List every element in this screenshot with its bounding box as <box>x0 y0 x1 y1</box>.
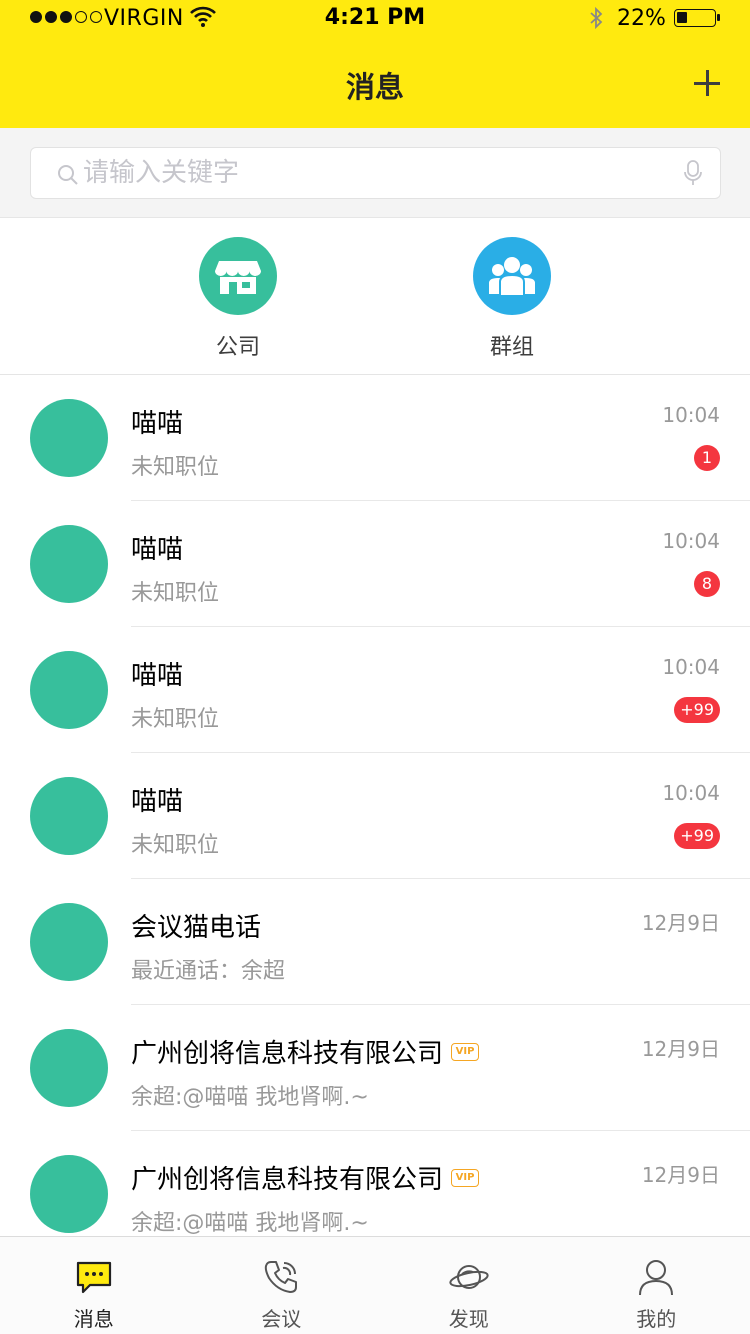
contact-subtitle: 最近通话：余超 <box>131 959 286 984</box>
contact-name: 喵喵 <box>131 409 184 439</box>
tab-label: 我的 <box>636 1307 677 1331</box>
contact-name: 喵喵 <box>131 787 184 817</box>
shortcut-label: 公司 <box>215 335 260 360</box>
tab-profile[interactable]: 我的 <box>563 1237 750 1334</box>
shortcut-label: 群组 <box>489 335 534 360</box>
list-item[interactable]: 会议猫电话 最近通话：余超 12月9日 <box>0 879 750 1005</box>
contact-subtitle: 余超:@喵喵 我地肾啊.~ <box>131 1211 369 1236</box>
contact-name: 广州创将信息科技有限公司 VIP <box>131 1033 480 1070</box>
bluetooth-icon <box>590 6 603 30</box>
list-item[interactable]: 喵喵 未知职位 10:04 8 <box>0 501 750 627</box>
unread-badge: +99 <box>674 697 720 723</box>
search-box[interactable] <box>30 147 721 199</box>
page-title: 消息 <box>345 70 404 104</box>
search-input[interactable] <box>83 156 643 190</box>
message-time: 10:04 <box>662 403 720 427</box>
vip-badge-icon: VIP <box>451 1042 480 1061</box>
microphone-icon[interactable] <box>683 160 703 186</box>
avatar <box>30 777 108 855</box>
battery-icon <box>674 9 720 27</box>
shortcut-company[interactable]: 公司 <box>178 237 298 361</box>
tab-label: 消息 <box>73 1307 114 1331</box>
avatar <box>30 399 108 477</box>
header: VIRGIN 4:21 PM 22% 消息 <box>0 0 750 128</box>
battery-percent: 22% <box>617 6 666 31</box>
contact-name: 喵喵 <box>131 535 184 565</box>
unread-badge: 1 <box>694 445 720 471</box>
contact-name: 会议猫电话 <box>131 913 262 943</box>
store-icon <box>199 237 277 315</box>
message-time: 12月9日 <box>641 1163 720 1187</box>
avatar <box>30 1029 108 1107</box>
search-icon <box>58 165 78 185</box>
unread-badge: 8 <box>694 571 720 597</box>
avatar <box>30 525 108 603</box>
message-time: 10:04 <box>662 655 720 679</box>
avatar <box>30 651 108 729</box>
add-button[interactable] <box>694 70 720 96</box>
phone-icon <box>265 1261 298 1293</box>
search-bar <box>0 128 750 218</box>
tab-discover[interactable]: 发现 <box>375 1237 563 1334</box>
message-time: 12月9日 <box>641 1037 720 1061</box>
contact-name: 广州创将信息科技有限公司 VIP <box>131 1159 480 1196</box>
user-icon <box>639 1260 674 1296</box>
tab-messages[interactable]: 消息 <box>0 1237 188 1334</box>
tab-bar: 消息 会议 发现 我的 <box>0 1236 750 1334</box>
tab-meetings[interactable]: 会议 <box>188 1237 376 1334</box>
group-icon <box>473 237 551 315</box>
tab-label: 发现 <box>448 1307 489 1331</box>
list-item[interactable]: 喵喵 未知职位 10:04 +99 <box>0 627 750 753</box>
planet-icon <box>449 1265 489 1289</box>
chat-icon <box>76 1261 111 1294</box>
avatar <box>30 1155 108 1233</box>
contact-subtitle: 未知职位 <box>131 455 220 480</box>
list-item[interactable]: 喵喵 未知职位 10:04 +99 <box>0 753 750 879</box>
contact-subtitle: 未知职位 <box>131 581 220 606</box>
message-time: 10:04 <box>662 529 720 553</box>
message-time: 10:04 <box>662 781 720 805</box>
message-time: 12月9日 <box>641 911 720 935</box>
vip-badge-icon: VIP <box>451 1168 480 1187</box>
list-item[interactable]: 广州创将信息科技有限公司 VIP 余超:@喵喵 我地肾啊.~ 12月9日 <box>0 1005 750 1131</box>
tab-label: 会议 <box>261 1307 302 1331</box>
contact-name: 喵喵 <box>131 661 184 691</box>
shortcut-group[interactable]: 群组 <box>452 237 572 361</box>
contact-subtitle: 余超:@喵喵 我地肾啊.~ <box>131 1085 369 1110</box>
contact-subtitle: 未知职位 <box>131 707 220 732</box>
unread-badge: +99 <box>674 823 720 849</box>
avatar <box>30 903 108 981</box>
list-item[interactable]: 喵喵 未知职位 10:04 1 <box>0 375 750 501</box>
status-bar: VIRGIN 4:21 PM 22% <box>0 0 750 40</box>
contact-subtitle: 未知职位 <box>131 833 220 858</box>
shortcuts: 公司 群组 <box>0 219 750 375</box>
message-list: 喵喵 未知职位 10:04 1 喵喵 未知职位 10:04 8 喵喵 未知职位 … <box>0 375 750 1257</box>
